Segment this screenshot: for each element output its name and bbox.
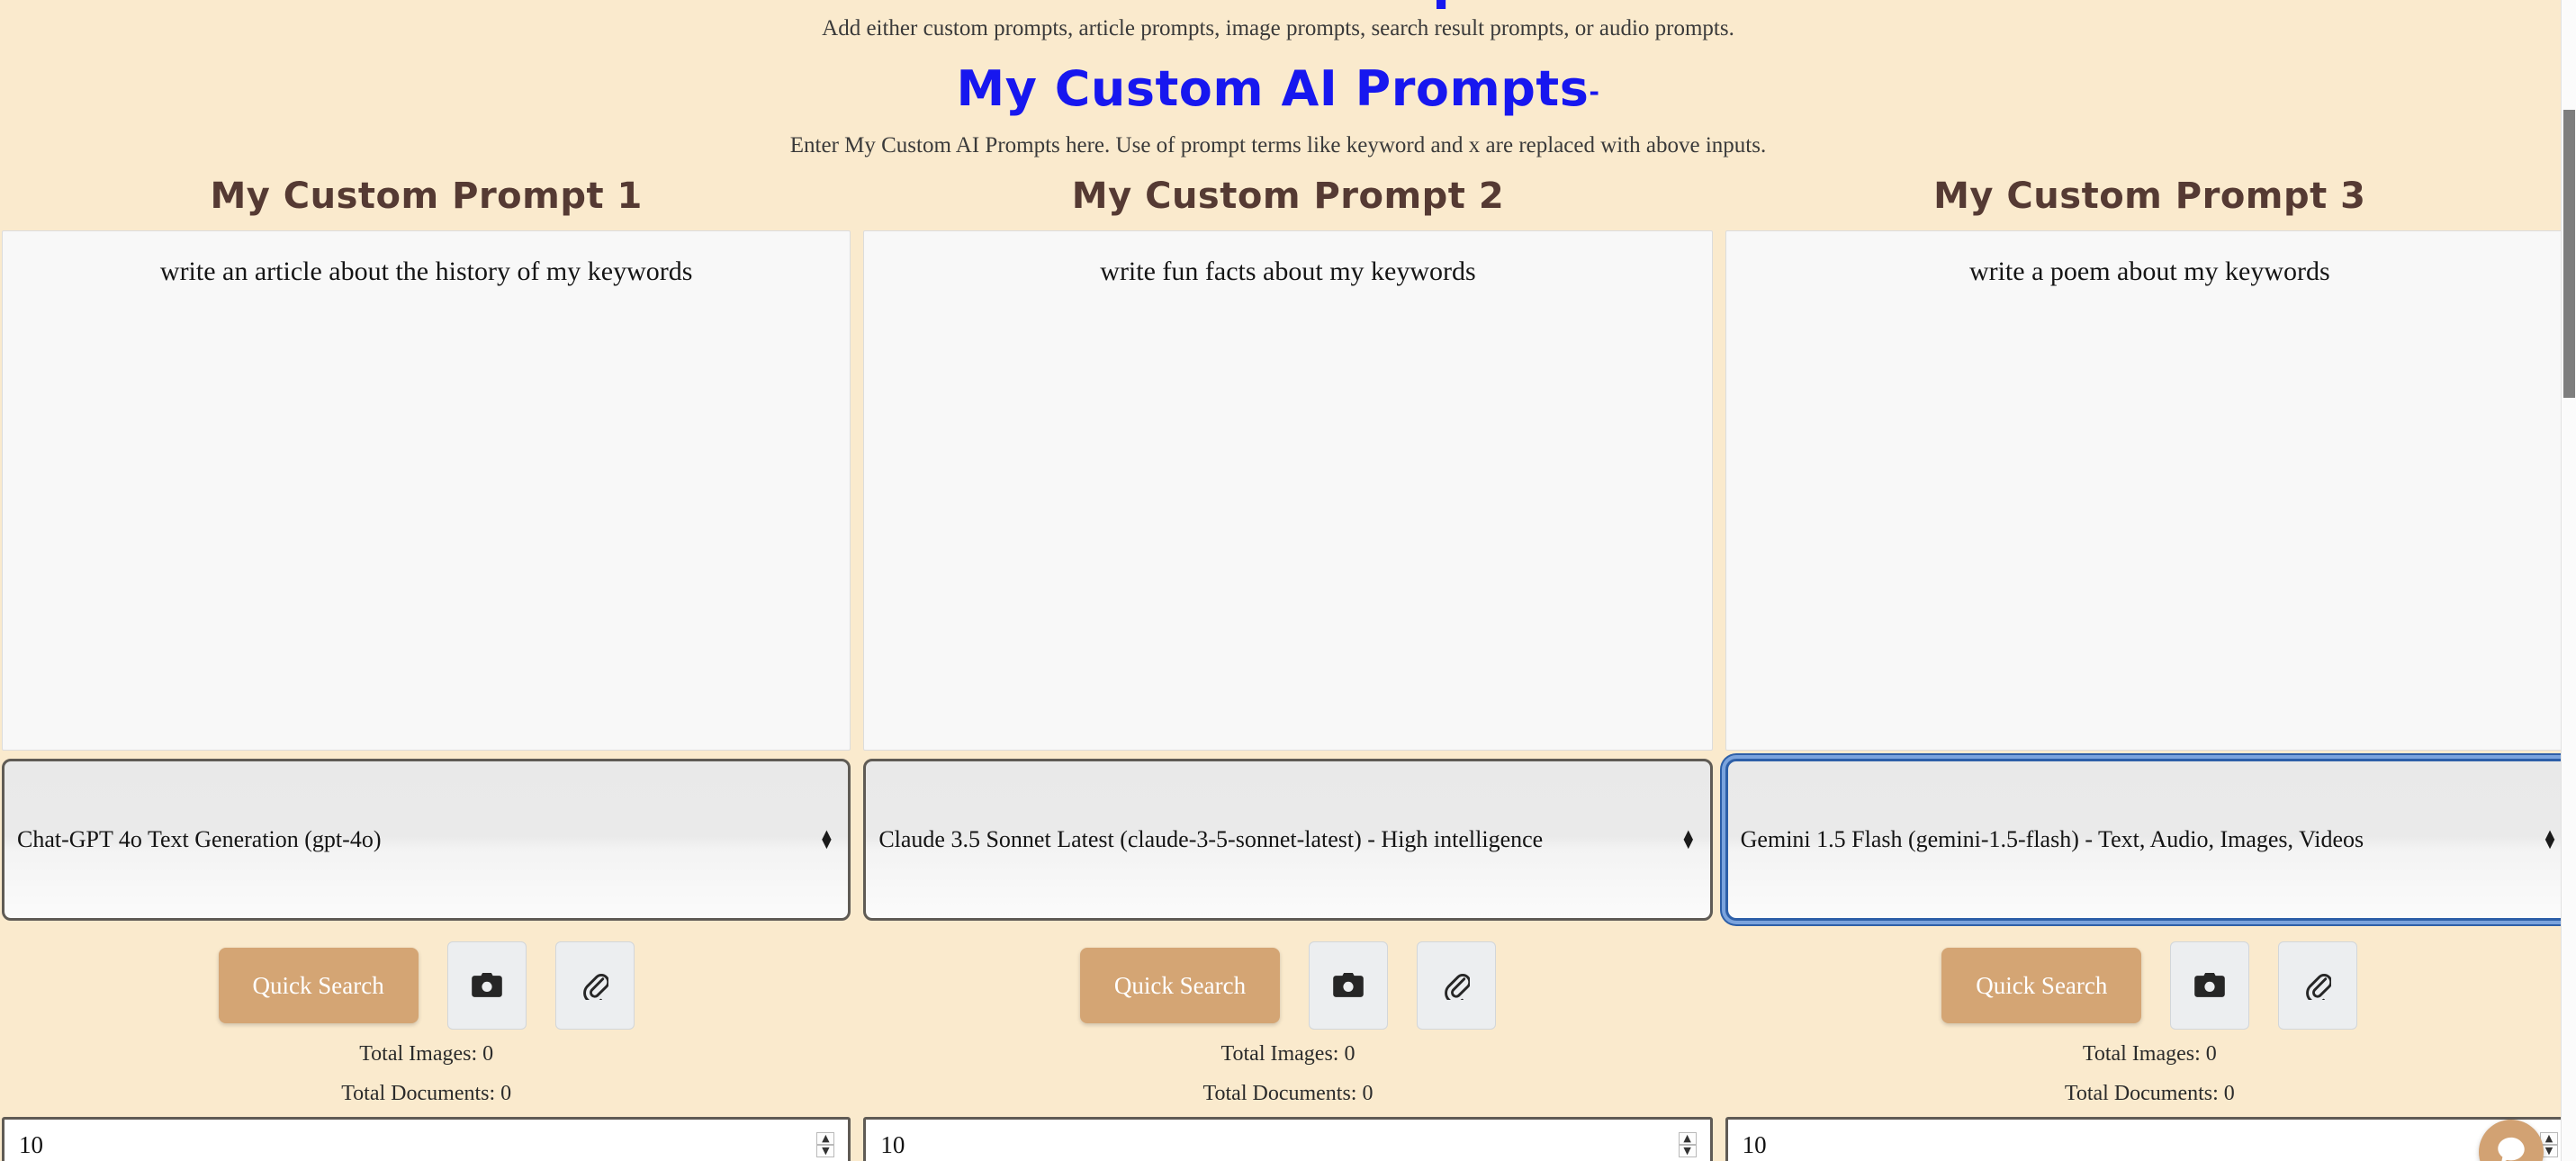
total-images-2: Total Images: 0 — [1220, 1042, 1356, 1066]
count-wrap-2: ▲▼ — [863, 1117, 1713, 1161]
prompt-column-2: My Custom Prompt 2 write fun facts about… — [863, 176, 1713, 1161]
page-title-dash: - — [1589, 76, 1600, 107]
totals-1: Total Images: 0 Total Documents: 0 — [2, 1043, 851, 1104]
action-buttons-1: Quick Search — [2, 941, 851, 1030]
model-select-wrap-2: Claude 3.5 Sonnet Latest (claude-3-5-son… — [863, 759, 1713, 921]
model-select-1[interactable]: Chat-GPT 4o Text Generation (gpt-4o) — [2, 759, 851, 921]
column-title-3: My Custom Prompt 3 — [1933, 176, 2366, 217]
scrollbar-thumb[interactable] — [2563, 110, 2575, 398]
model-select-2[interactable]: Claude 3.5 Sonnet Latest (claude-3-5-son… — [863, 759, 1713, 921]
clipped-title-text: Custom Prompts — [0, 0, 2556, 7]
header-note-bottom: Enter My Custom AI Prompts here. Use of … — [789, 133, 1767, 158]
count-input-3[interactable] — [1725, 1117, 2574, 1161]
header-note-top: Add either custom prompts, article promp… — [822, 16, 1734, 40]
page-title: My Custom AI Prompts- — [0, 65, 2556, 113]
total-documents-1: Total Documents: 0 — [341, 1082, 512, 1105]
quick-search-button-2[interactable]: Quick Search — [1079, 948, 1280, 1023]
camera-icon — [1333, 973, 1364, 998]
model-select-wrap-1: Chat-GPT 4o Text Generation (gpt-4o) ▲ ▼ — [2, 759, 851, 921]
prompt-textarea-3[interactable]: write a poem about my keywords — [1725, 230, 2574, 751]
chat-bubble-icon — [2496, 1135, 2526, 1161]
page-header: Custom Prompts Add either custom prompts… — [0, 0, 2556, 158]
totals-2: Total Images: 0 Total Documents: 0 — [863, 1043, 1712, 1104]
attach-button-3[interactable] — [2278, 941, 2358, 1030]
count-wrap-3: ▲▼ — [1725, 1117, 2574, 1161]
prompt-textarea-1[interactable]: write an article about the history of my… — [2, 230, 851, 751]
total-documents-2: Total Documents: 0 — [1202, 1082, 1374, 1105]
total-images-1: Total Images: 0 — [359, 1042, 494, 1066]
attach-button-1[interactable] — [554, 941, 635, 1030]
attach-button-2[interactable] — [1416, 941, 1496, 1030]
prompt-textarea-2[interactable]: write fun facts about my keywords — [863, 230, 1713, 751]
count-input-1[interactable] — [2, 1117, 851, 1161]
column-title-1: My Custom Prompt 1 — [210, 176, 643, 217]
camera-button-1[interactable] — [446, 941, 527, 1030]
count-input-2[interactable] — [863, 1117, 1713, 1161]
prompt-column-3: My Custom Prompt 3 write a poem about my… — [1725, 176, 2574, 1161]
prompt-columns: My Custom Prompt 1 write an article abou… — [0, 176, 2576, 1161]
paperclip-icon — [581, 971, 608, 1000]
camera-icon — [471, 973, 502, 998]
camera-button-2[interactable] — [1308, 941, 1388, 1030]
app-page: Custom Prompts Add either custom prompts… — [0, 0, 2576, 1161]
count-wrap-1: ▲▼ — [2, 1117, 851, 1161]
camera-icon — [2194, 973, 2226, 998]
prompt-column-1: My Custom Prompt 1 write an article abou… — [2, 176, 851, 1161]
action-buttons-3: Quick Search — [1725, 941, 2574, 1030]
total-images-3: Total Images: 0 — [2082, 1042, 2217, 1066]
paperclip-icon — [2304, 971, 2332, 1000]
total-documents-3: Total Documents: 0 — [2064, 1082, 2235, 1105]
quick-search-button-1[interactable]: Quick Search — [218, 948, 419, 1023]
action-buttons-2: Quick Search — [863, 941, 1712, 1030]
model-select-wrap-3: Gemini 1.5 Flash (gemini-1.5-flash) - Te… — [1725, 759, 2574, 921]
paperclip-icon — [1443, 971, 1470, 1000]
quick-search-button-3[interactable]: Quick Search — [1941, 948, 2142, 1023]
camera-button-3[interactable] — [2170, 941, 2250, 1030]
page-title-text: My Custom AI Prompts — [956, 60, 1590, 117]
clipped-title-above: Custom Prompts — [0, 0, 2556, 9]
model-select-3[interactable]: Gemini 1.5 Flash (gemini-1.5-flash) - Te… — [1725, 759, 2574, 921]
totals-3: Total Images: 0 Total Documents: 0 — [1725, 1043, 2574, 1104]
vertical-scrollbar[interactable] — [2561, 0, 2576, 1161]
column-title-2: My Custom Prompt 2 — [1071, 176, 1505, 217]
